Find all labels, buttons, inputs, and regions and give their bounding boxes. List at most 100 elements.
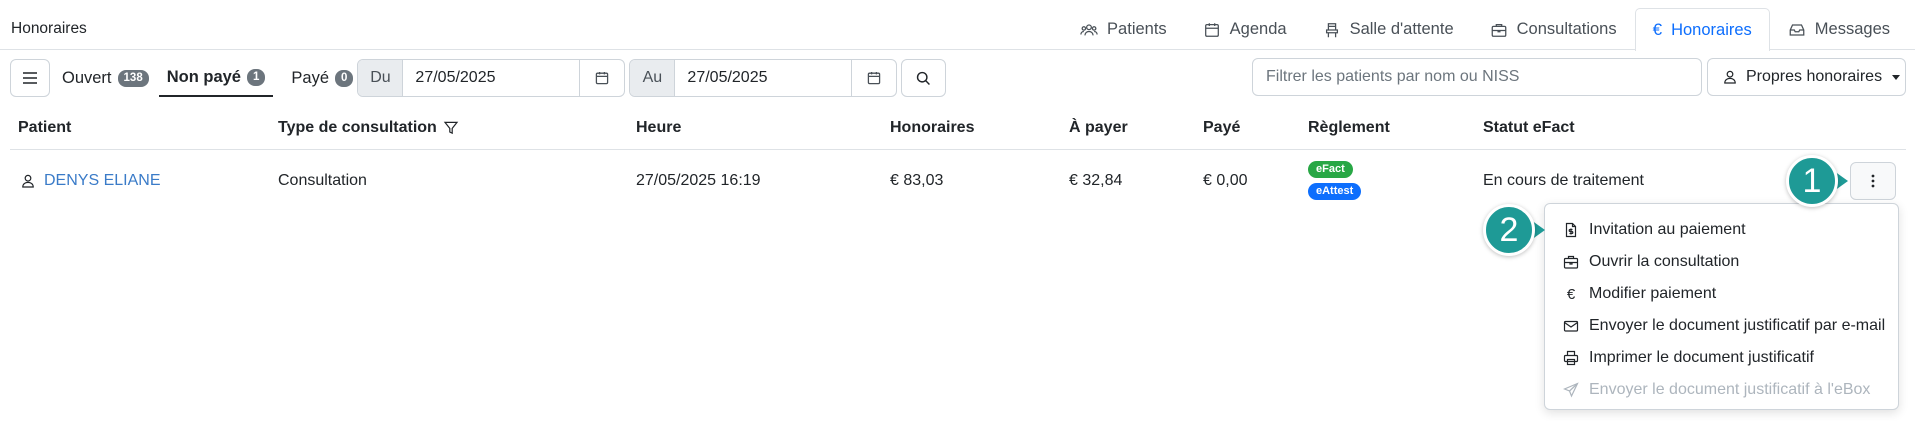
column-label: Statut eFact xyxy=(1483,119,1575,136)
briefcase-icon xyxy=(1491,23,1507,37)
tab-waiting-room[interactable]: Salle d'attente xyxy=(1305,8,1472,50)
page-title: Honoraires xyxy=(11,20,87,37)
search-icon xyxy=(917,71,931,85)
filter-open-label: Ouvert xyxy=(62,68,112,87)
tab-honoraires[interactable]: € Honoraires xyxy=(1634,8,1770,51)
tab-label: Salle d'attente xyxy=(1349,20,1454,38)
callout-step-1: 1 xyxy=(1786,155,1838,207)
menu-item-label: Ouvrir la consultation xyxy=(1589,253,1740,270)
filter-icon[interactable] xyxy=(443,120,459,136)
menu-item-edit-payment[interactable]: € Modifier paiement xyxy=(1545,278,1898,310)
eattest-badge: eAttest xyxy=(1308,183,1362,200)
search-button[interactable] xyxy=(901,59,947,97)
consultation-type-cell: Consultation xyxy=(278,172,367,189)
printer-icon xyxy=(1563,350,1579,366)
filter-paid-count: 0 xyxy=(335,69,354,87)
inbox-icon xyxy=(1789,23,1805,36)
callout-step-2: 2 xyxy=(1483,204,1535,256)
column-label: À payer xyxy=(1069,119,1128,136)
tab-label: Consultations xyxy=(1516,20,1617,38)
filter-paid[interactable]: Payé 0 xyxy=(283,59,361,97)
menu-item-open-consultation[interactable]: Ouvrir la consultation xyxy=(1545,246,1898,278)
menu-item-label: Envoyer le document justificatif à l'eBo… xyxy=(1589,381,1871,398)
settlement-cell: eFact eAttest xyxy=(1308,161,1362,200)
calendar-icon xyxy=(596,72,609,85)
filter-unpaid[interactable]: Non payé 1 xyxy=(158,59,274,97)
calendar-icon xyxy=(868,72,881,85)
hamburger-icon xyxy=(23,72,37,84)
filter-open[interactable]: Ouvert 138 xyxy=(54,59,157,97)
tab-consultations[interactable]: Consultations xyxy=(1472,8,1635,50)
patient-link[interactable]: DENYS ELIANE xyxy=(44,172,160,190)
tab-agenda[interactable]: Agenda xyxy=(1185,8,1305,50)
menu-item-email-document[interactable]: Envoyer le document justificatif par e-m… xyxy=(1545,310,1898,342)
row-actions-menu: Invitation au paiement Ouvrir la consult… xyxy=(1544,203,1899,410)
column-to-pay[interactable]: À payer xyxy=(1069,119,1128,137)
table-header: Patient Type de consultation Heure Honor… xyxy=(10,112,1906,150)
to-pay-cell: € 32,84 xyxy=(1069,172,1123,189)
filter-bar: Ouvert 138 Non payé 1 Payé 0 Du 27/05/20… xyxy=(10,59,947,97)
column-efact-status[interactable]: Statut eFact xyxy=(1483,119,1575,137)
column-time[interactable]: Heure xyxy=(636,119,681,137)
date-to-label: Au xyxy=(630,60,676,96)
column-label: Règlement xyxy=(1308,119,1390,136)
menu-item-payment-invitation[interactable]: Invitation au paiement xyxy=(1545,214,1898,246)
top-bar: Honoraires Patients Agenda Salle d'atten… xyxy=(0,0,1915,51)
row-actions-button[interactable] xyxy=(1850,162,1896,200)
column-label: Heure xyxy=(636,119,682,136)
patient-filter-input[interactable]: Filtrer les patients par nom ou NISS xyxy=(1252,58,1702,96)
more-vertical-icon xyxy=(1871,174,1875,188)
filter-unpaid-count: 1 xyxy=(247,68,266,86)
menu-item-label: Invitation au paiement xyxy=(1589,221,1746,238)
tab-label: Messages xyxy=(1814,20,1890,38)
menu-item-send-to-ebox[interactable]: Envoyer le document justificatif à l'eBo… xyxy=(1545,374,1898,406)
euro-icon: € xyxy=(1566,285,1576,303)
date-from-picker-button[interactable] xyxy=(579,60,624,96)
menu-item-label: Modifier paiement xyxy=(1589,285,1717,302)
date-from-group: Du 27/05/2025 xyxy=(357,59,626,97)
user-icon xyxy=(22,174,34,188)
fee-cell: € 83,03 xyxy=(890,172,944,189)
column-consultation-type[interactable]: Type de consultation xyxy=(278,119,459,137)
chevron-down-icon xyxy=(1892,74,1901,80)
date-to-group: Au 27/05/2025 xyxy=(629,59,898,97)
column-label: Honoraires xyxy=(890,119,975,136)
filter-paid-label: Payé xyxy=(291,68,330,87)
date-to-input[interactable]: 27/05/2025 xyxy=(675,60,851,96)
main-tabs: Patients Agenda Salle d'attente Consulta… xyxy=(1062,8,1908,51)
column-label: Patient xyxy=(18,119,72,136)
column-label: Payé xyxy=(1203,119,1241,136)
time-cell: 27/05/2025 16:19 xyxy=(636,172,761,189)
tab-label: Honoraires xyxy=(1671,20,1752,39)
fee-owner-dropdown[interactable]: Propres honoraires xyxy=(1707,58,1906,96)
tab-patients[interactable]: Patients xyxy=(1062,8,1185,50)
send-icon xyxy=(1563,382,1579,398)
euro-icon: € xyxy=(1652,20,1663,39)
menu-item-label: Imprimer le document justificatif xyxy=(1589,349,1814,366)
column-fee[interactable]: Honoraires xyxy=(890,119,974,137)
menu-item-label: Envoyer le document justificatif par e-m… xyxy=(1589,317,1886,334)
efact-badge: eFact xyxy=(1308,161,1353,178)
filter-unpaid-label: Non payé xyxy=(166,67,241,86)
column-settlement[interactable]: Règlement xyxy=(1308,119,1390,137)
users-icon xyxy=(1080,23,1098,35)
fee-owner-label: Propres honoraires xyxy=(1746,68,1883,85)
filter-open-count: 138 xyxy=(117,69,149,87)
briefcase-icon xyxy=(1563,255,1579,269)
patient-cell[interactable]: DENYS ELIANE xyxy=(20,172,160,190)
tab-messages[interactable]: Messages xyxy=(1770,8,1908,50)
date-from-input[interactable]: 27/05/2025 xyxy=(403,60,579,96)
column-paid[interactable]: Payé xyxy=(1203,119,1240,137)
user-icon xyxy=(1724,70,1736,84)
date-from-label: Du xyxy=(358,60,404,96)
column-label: Type de consultation xyxy=(278,119,437,136)
date-to-picker-button[interactable] xyxy=(851,60,896,96)
menu-item-print-document[interactable]: Imprimer le document justificatif xyxy=(1545,342,1898,374)
chair-icon xyxy=(1325,22,1338,37)
paid-cell: € 0,00 xyxy=(1203,172,1248,189)
efact-status-cell: En cours de traitement xyxy=(1483,172,1644,189)
menu-toggle-button[interactable] xyxy=(10,59,50,97)
calendar-icon xyxy=(1204,22,1219,37)
column-patient[interactable]: Patient xyxy=(18,119,71,137)
envelope-icon xyxy=(1563,320,1579,332)
